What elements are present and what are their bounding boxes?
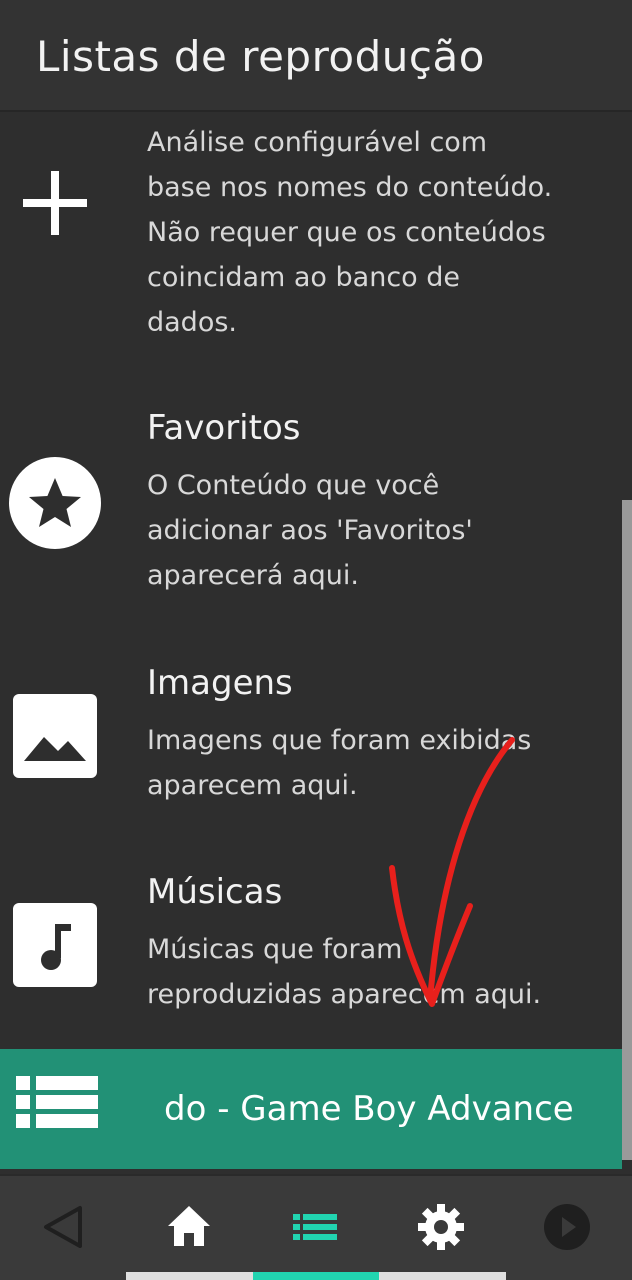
resume-icon [544, 1204, 590, 1250]
item-title: Imagens [147, 663, 293, 703]
music-icon [8, 902, 102, 996]
playlists-button[interactable] [252, 1176, 378, 1276]
selected-playlist-row[interactable]: do - Game Boy Advance [0, 1049, 622, 1169]
home-icon [168, 1206, 210, 1246]
list-item-scan[interactable]: Análise configurável com base nos nomes … [0, 112, 620, 342]
back-button[interactable] [0, 1176, 126, 1276]
list-item-imagens[interactable]: Imagens Imagens que foram exibidas apare… [0, 655, 620, 815]
nav-indicator-active [253, 1272, 379, 1280]
list-icon [16, 1076, 98, 1142]
selected-playlist-label: do - Game Boy Advance [164, 1089, 574, 1129]
resume-button[interactable] [504, 1176, 630, 1276]
image-icon [8, 693, 102, 787]
scrollbar[interactable] [622, 500, 632, 1160]
list-item-musicas[interactable]: Músicas Músicas que foram reproduzidas a… [0, 864, 620, 1024]
item-description: O Conteúdo que você adicionar aos 'Favor… [147, 470, 473, 591]
settings-button[interactable] [378, 1176, 504, 1276]
list-item-favoritos[interactable]: Favoritos O Conteúdo que você adicionar … [0, 400, 620, 600]
bottom-navbar [0, 1174, 632, 1280]
item-description: Imagens que foram exibidas aparecem aqui… [147, 725, 532, 801]
settings-icon [418, 1204, 464, 1250]
item-description: Músicas que foram reproduzidas aparecem … [147, 934, 542, 1010]
header: Listas de reprodução [0, 0, 632, 112]
back-icon [44, 1206, 82, 1248]
page-title: Listas de reprodução [36, 32, 485, 81]
playlists-icon [293, 1214, 337, 1240]
nav-indicator [126, 1272, 506, 1280]
item-title: Favoritos [147, 408, 301, 448]
plus-icon [8, 156, 102, 250]
star-icon [8, 456, 102, 550]
home-button[interactable] [126, 1176, 252, 1276]
item-title: Músicas [147, 872, 283, 912]
item-description: Análise configurável com base nos nomes … [147, 127, 553, 338]
